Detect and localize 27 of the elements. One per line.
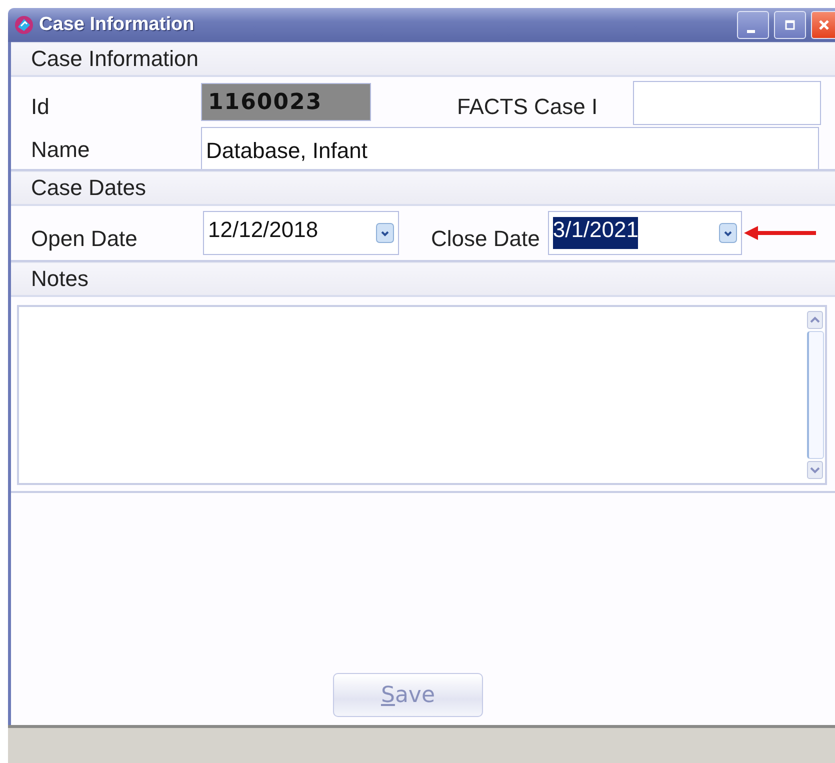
section-header: Notes [11, 262, 835, 297]
dropdown-icon[interactable] [718, 223, 737, 243]
window-title: Case Information [39, 14, 194, 36]
name-field[interactable]: Database, Infant [201, 127, 819, 169]
open-date-field[interactable]: 12/12/2018 [203, 211, 399, 255]
minimize-icon [747, 30, 755, 32]
dropdown-icon[interactable] [376, 223, 394, 243]
maximize-button[interactable] [774, 11, 806, 39]
facts-case-id-label: FACTS Case I [457, 93, 599, 120]
scroll-thumb[interactable] [806, 331, 824, 459]
close-date-field[interactable]: 3/1/2021 [548, 211, 742, 255]
id-value: 1160023 [201, 83, 371, 121]
close-button[interactable] [811, 11, 835, 39]
close-icon [818, 19, 830, 31]
section-header: Case Information [11, 42, 835, 77]
section-header: Case Dates [11, 171, 835, 206]
scroll-up-icon[interactable] [807, 311, 823, 329]
facts-case-id-field[interactable] [633, 81, 821, 125]
notes-field[interactable] [17, 305, 827, 485]
app-icon [14, 15, 34, 35]
open-date-label: Open Date [30, 225, 138, 252]
close-date-label: Close Date [430, 225, 541, 252]
id-label: Id [30, 93, 50, 120]
maximize-icon [785, 20, 795, 30]
minimize-button[interactable] [737, 11, 769, 39]
name-label: Name [30, 136, 91, 163]
scroll-down-icon[interactable] [807, 461, 823, 479]
